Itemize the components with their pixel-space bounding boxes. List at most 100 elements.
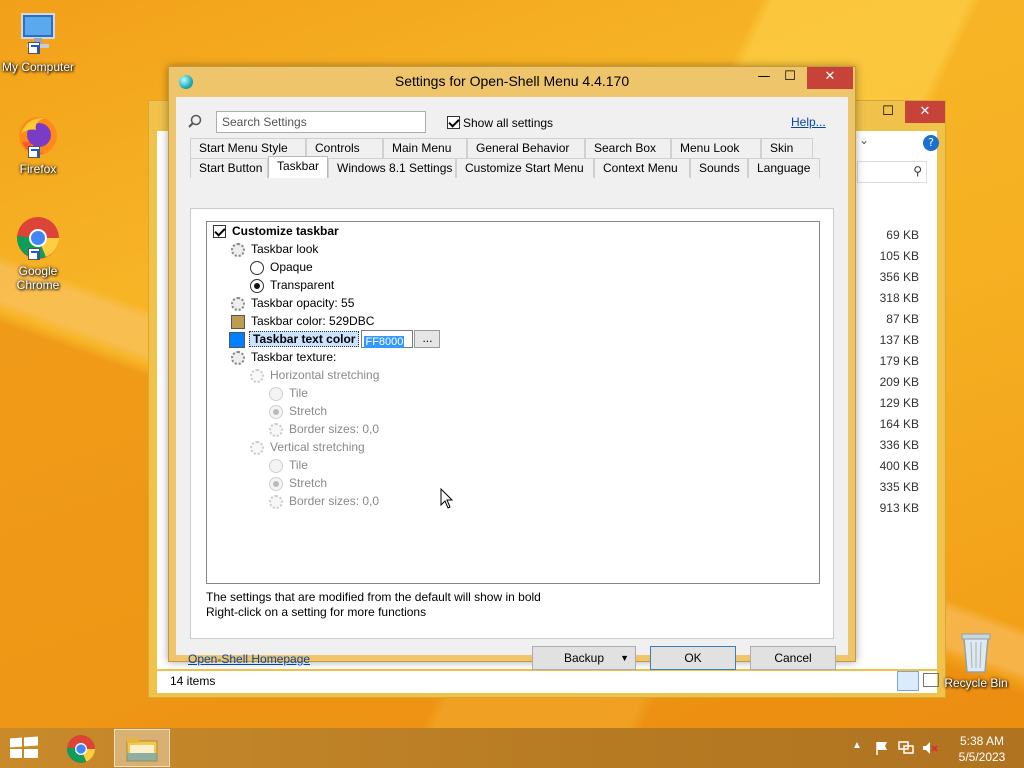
large-icons-view-icon[interactable] (923, 673, 939, 687)
setting-label: Stretch (289, 404, 328, 418)
explorer-item-count: 14 items (170, 674, 216, 688)
cancel-button[interactable]: Cancel (750, 646, 836, 670)
clock-time: 5:38 AM (959, 734, 1005, 748)
dialog-titlebar[interactable]: Settings for Open-Shell Menu 4.4.170 — ☐… (169, 67, 855, 97)
chrome-icon (66, 735, 95, 763)
setting-label: Taskbar look (251, 242, 319, 256)
show-hidden-icons-icon[interactable]: ▲ (852, 740, 862, 768)
tab-windows-81-settings[interactable]: Windows 8.1 Settings (328, 158, 456, 178)
color-swatch (231, 314, 245, 329)
radio-unselected-icon[interactable] (269, 458, 283, 473)
setting-taskbar-opacity[interactable]: Taskbar opacity: 55 (231, 294, 354, 312)
setting-taskbar-look[interactable]: Taskbar look (231, 240, 318, 258)
tab-customize-start-menu[interactable]: Customize Start Menu (456, 158, 594, 178)
setting-horizontal-border-sizes[interactable]: Border sizes: 0,0 (269, 420, 379, 438)
setting-horizontal-stretch[interactable]: Stretch (269, 402, 327, 420)
file-size-column: 69 KB 105 KB 356 KB 318 KB 87 KB 137 KB … (859, 226, 919, 520)
radio-selected-icon[interactable] (269, 476, 283, 491)
checkbox-checked-icon[interactable] (447, 116, 460, 130)
tab-start-button[interactable]: Start Button (190, 158, 268, 178)
radio-selected-icon[interactable] (250, 278, 264, 293)
chrome-icon (14, 214, 62, 262)
settings-tree[interactable]: Customize taskbar Taskbar look Opaque Tr… (206, 221, 820, 584)
radio-unselected-icon[interactable] (269, 386, 283, 401)
show-all-settings-checkbox[interactable]: Show all settings (447, 115, 553, 130)
setting-label: Horizontal stretching (270, 368, 380, 382)
color-picker-button[interactable]: ... (414, 330, 441, 348)
ok-button[interactable]: OK (650, 646, 736, 670)
setting-transparent[interactable]: Transparent (250, 276, 334, 294)
file-size: 87 KB (886, 312, 919, 326)
explorer-maximize-button[interactable]: ☐ (873, 101, 903, 123)
setting-vertical-stretch[interactable]: Stretch (269, 474, 327, 492)
radio-unselected-icon[interactable] (250, 260, 264, 275)
desktop-icon-label: My Computer (1, 60, 75, 74)
desktop-icon-my-computer[interactable]: My Computer (0, 10, 76, 74)
gear-icon (231, 242, 245, 257)
maximize-button[interactable]: ☐ (777, 67, 803, 89)
taskbar-file-explorer[interactable] (114, 729, 170, 767)
tab-context-menu[interactable]: Context Menu (594, 158, 690, 178)
tab-start-menu-style[interactable]: Start Menu Style (190, 138, 306, 158)
taskbar-tab-panel: Customize taskbar Taskbar look Opaque Tr… (190, 208, 834, 639)
hint-text-bold: The settings that are modified from the … (206, 590, 541, 604)
explorer-close-button[interactable]: ✕ (905, 101, 945, 123)
tab-sounds[interactable]: Sounds (690, 158, 748, 178)
system-clock[interactable]: 5:38 AM 5/5/2023 (950, 733, 1014, 765)
radio-selected-icon[interactable] (269, 404, 283, 419)
tab-skin[interactable]: Skin (761, 138, 813, 158)
start-button[interactable] (10, 736, 38, 760)
setting-label: Tile (289, 458, 308, 472)
help-link[interactable]: Help... (791, 115, 826, 129)
file-size: 913 KB (879, 501, 919, 515)
desktop-icon-firefox[interactable]: Firefox (0, 112, 76, 176)
tab-main-menu[interactable]: Main Menu (383, 138, 467, 158)
setting-label: Border sizes: 0,0 (289, 422, 380, 436)
setting-vertical-border-sizes[interactable]: Border sizes: 0,0 (269, 492, 379, 510)
folder-icon (126, 738, 158, 762)
dropdown-arrow-icon[interactable]: ▼ (620, 647, 629, 669)
file-size: 164 KB (879, 417, 919, 431)
setting-taskbar-texture[interactable]: Taskbar texture: (231, 348, 336, 366)
setting-opaque[interactable]: Opaque (250, 258, 313, 276)
desktop-icon-label: Firefox (19, 162, 57, 176)
setting-label: Transparent (270, 278, 335, 292)
chevron-down-icon[interactable]: ⌄ (859, 133, 889, 155)
file-size: 69 KB (886, 228, 919, 242)
tab-taskbar[interactable]: Taskbar (268, 156, 328, 178)
taskbar-chrome[interactable] (54, 729, 110, 767)
checkbox-checked-icon[interactable] (213, 225, 226, 239)
explorer-search-box[interactable]: ⚲ (857, 161, 927, 183)
desktop-icon-chrome[interactable]: Google Chrome (0, 214, 76, 292)
desktop-icon-recycle-bin[interactable]: Recycle Bin (938, 630, 1014, 690)
setting-taskbar-text-color[interactable]: Taskbar text color FF8000... (229, 330, 441, 348)
desktop-icon-label: Recycle Bin (944, 676, 1008, 690)
tab-general-behavior[interactable]: General Behavior (467, 138, 585, 158)
tab-menu-look[interactable]: Menu Look (671, 138, 761, 158)
file-size: 400 KB (879, 459, 919, 473)
search-input[interactable]: Search Settings (216, 111, 426, 133)
close-button[interactable]: ✕ (807, 67, 853, 89)
gear-icon (231, 350, 245, 365)
setting-horizontal-stretching[interactable]: Horizontal stretching (250, 366, 379, 384)
tab-search-box[interactable]: Search Box (585, 138, 671, 158)
setting-horizontal-tile[interactable]: Tile (269, 384, 308, 402)
setting-label: Taskbar text color (249, 331, 360, 347)
setting-vertical-tile[interactable]: Tile (269, 456, 308, 474)
homepage-link[interactable]: Open-Shell Homepage (188, 652, 310, 666)
details-view-icon[interactable] (897, 671, 919, 691)
setting-taskbar-color[interactable]: Taskbar color: 529DBC (231, 312, 374, 330)
setting-vertical-stretching[interactable]: Vertical stretching (250, 438, 365, 456)
tab-row-1: Start Menu Style Controls Main Menu Gene… (190, 138, 813, 158)
volume-muted-icon[interactable] (922, 740, 938, 756)
minimize-button[interactable]: — (751, 67, 777, 89)
taskbar: ▲ 5:38 AM 5/5/2023 (0, 728, 1024, 768)
text-color-input[interactable]: FF8000 (361, 330, 414, 348)
tab-language[interactable]: Language (748, 158, 820, 178)
help-icon[interactable]: ? (923, 135, 939, 151)
setting-customize-taskbar[interactable]: Customize taskbar (213, 222, 339, 240)
action-center-flag-icon[interactable] (874, 740, 890, 756)
network-icon[interactable] (898, 740, 914, 756)
tab-controls[interactable]: Controls (306, 138, 383, 158)
backup-button[interactable]: Backup ▼ (532, 646, 636, 670)
